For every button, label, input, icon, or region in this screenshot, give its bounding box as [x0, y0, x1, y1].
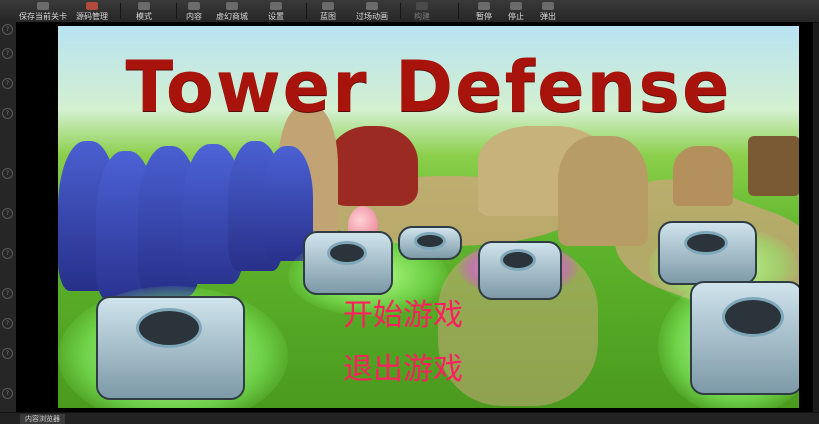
start-game-button[interactable]: 开始游戏 [343, 290, 463, 334]
turret-top [500, 249, 536, 271]
pause-icon [478, 2, 490, 10]
help-icon[interactable]: ? [2, 318, 13, 329]
modes-icon [138, 2, 150, 10]
turret [658, 221, 757, 285]
marketplace-button[interactable]: 虚幻商城 [212, 0, 252, 22]
game-viewport[interactable]: Tower Defense 开始游戏 退出游戏 [16, 22, 813, 412]
settings-icon [270, 2, 282, 10]
modes-button[interactable]: 模式 [128, 0, 160, 22]
toolbar-separator [306, 3, 307, 19]
save-icon [37, 2, 49, 10]
build-button[interactable]: 构建 [408, 0, 436, 22]
quit-game-button[interactable]: 退出游戏 [343, 344, 463, 388]
enemy-group [328, 126, 418, 206]
content-icon [188, 2, 200, 10]
help-icon[interactable]: ? [2, 78, 13, 89]
cinematics-icon [366, 2, 378, 10]
status-bar: 内容浏览器 [0, 412, 819, 424]
settings-button[interactable]: 设置 [262, 0, 290, 22]
help-icon[interactable]: ? [2, 248, 13, 259]
toolbar-separator [176, 3, 177, 19]
eject-button[interactable]: 弹出 [534, 0, 562, 22]
help-icon[interactable]: ? [2, 288, 13, 299]
blueprints-button[interactable]: 蓝图 [314, 0, 342, 22]
log-pile [748, 136, 799, 196]
help-icon[interactable]: ? [2, 348, 13, 359]
pause-button[interactable]: 暂停 [470, 0, 498, 22]
help-icon[interactable]: ? [2, 48, 13, 59]
blueprint-icon [322, 2, 334, 10]
turret [303, 231, 393, 295]
help-icon[interactable]: ? [2, 208, 13, 219]
help-icon[interactable]: ? [2, 168, 13, 179]
turret-top [327, 241, 367, 265]
cinematics-button[interactable]: 过场动画 [352, 0, 392, 22]
toolbar-separator [458, 3, 459, 19]
save-current-level-button[interactable]: 保存当前关卡 [16, 0, 70, 22]
enemy-group [558, 136, 648, 246]
left-panel: ? ? ? ? ? ? ? ? ? ? ? [0, 22, 17, 412]
eject-icon [542, 2, 554, 10]
source-control-icon [86, 2, 98, 10]
help-icon[interactable]: ? [2, 24, 13, 35]
source-control-button[interactable]: 源码管理 [72, 0, 112, 22]
game-title: Tower Defense [125, 46, 732, 128]
turret-top [414, 232, 446, 250]
turret [96, 296, 245, 400]
turret [478, 241, 562, 300]
stop-button[interactable]: 停止 [502, 0, 530, 22]
turret [398, 226, 462, 260]
stop-icon [510, 2, 522, 10]
turret-top [136, 308, 202, 348]
enemy-group [673, 146, 733, 206]
content-button[interactable]: 内容 [180, 0, 208, 22]
turret-top [684, 231, 728, 255]
editor-toolbar: 保存当前关卡 源码管理 模式 内容 虚幻商城 设置 蓝图 过场动画 构建 暂停 [0, 0, 819, 23]
build-icon [416, 2, 428, 10]
help-icon[interactable]: ? [2, 108, 13, 119]
turret [690, 281, 799, 395]
help-icon[interactable]: ? [2, 388, 13, 399]
marketplace-icon [226, 2, 238, 10]
turret-top [722, 297, 784, 337]
toolbar-separator [400, 3, 401, 19]
game-scene: Tower Defense 开始游戏 退出游戏 [58, 26, 799, 408]
toolbar-separator [120, 3, 121, 19]
